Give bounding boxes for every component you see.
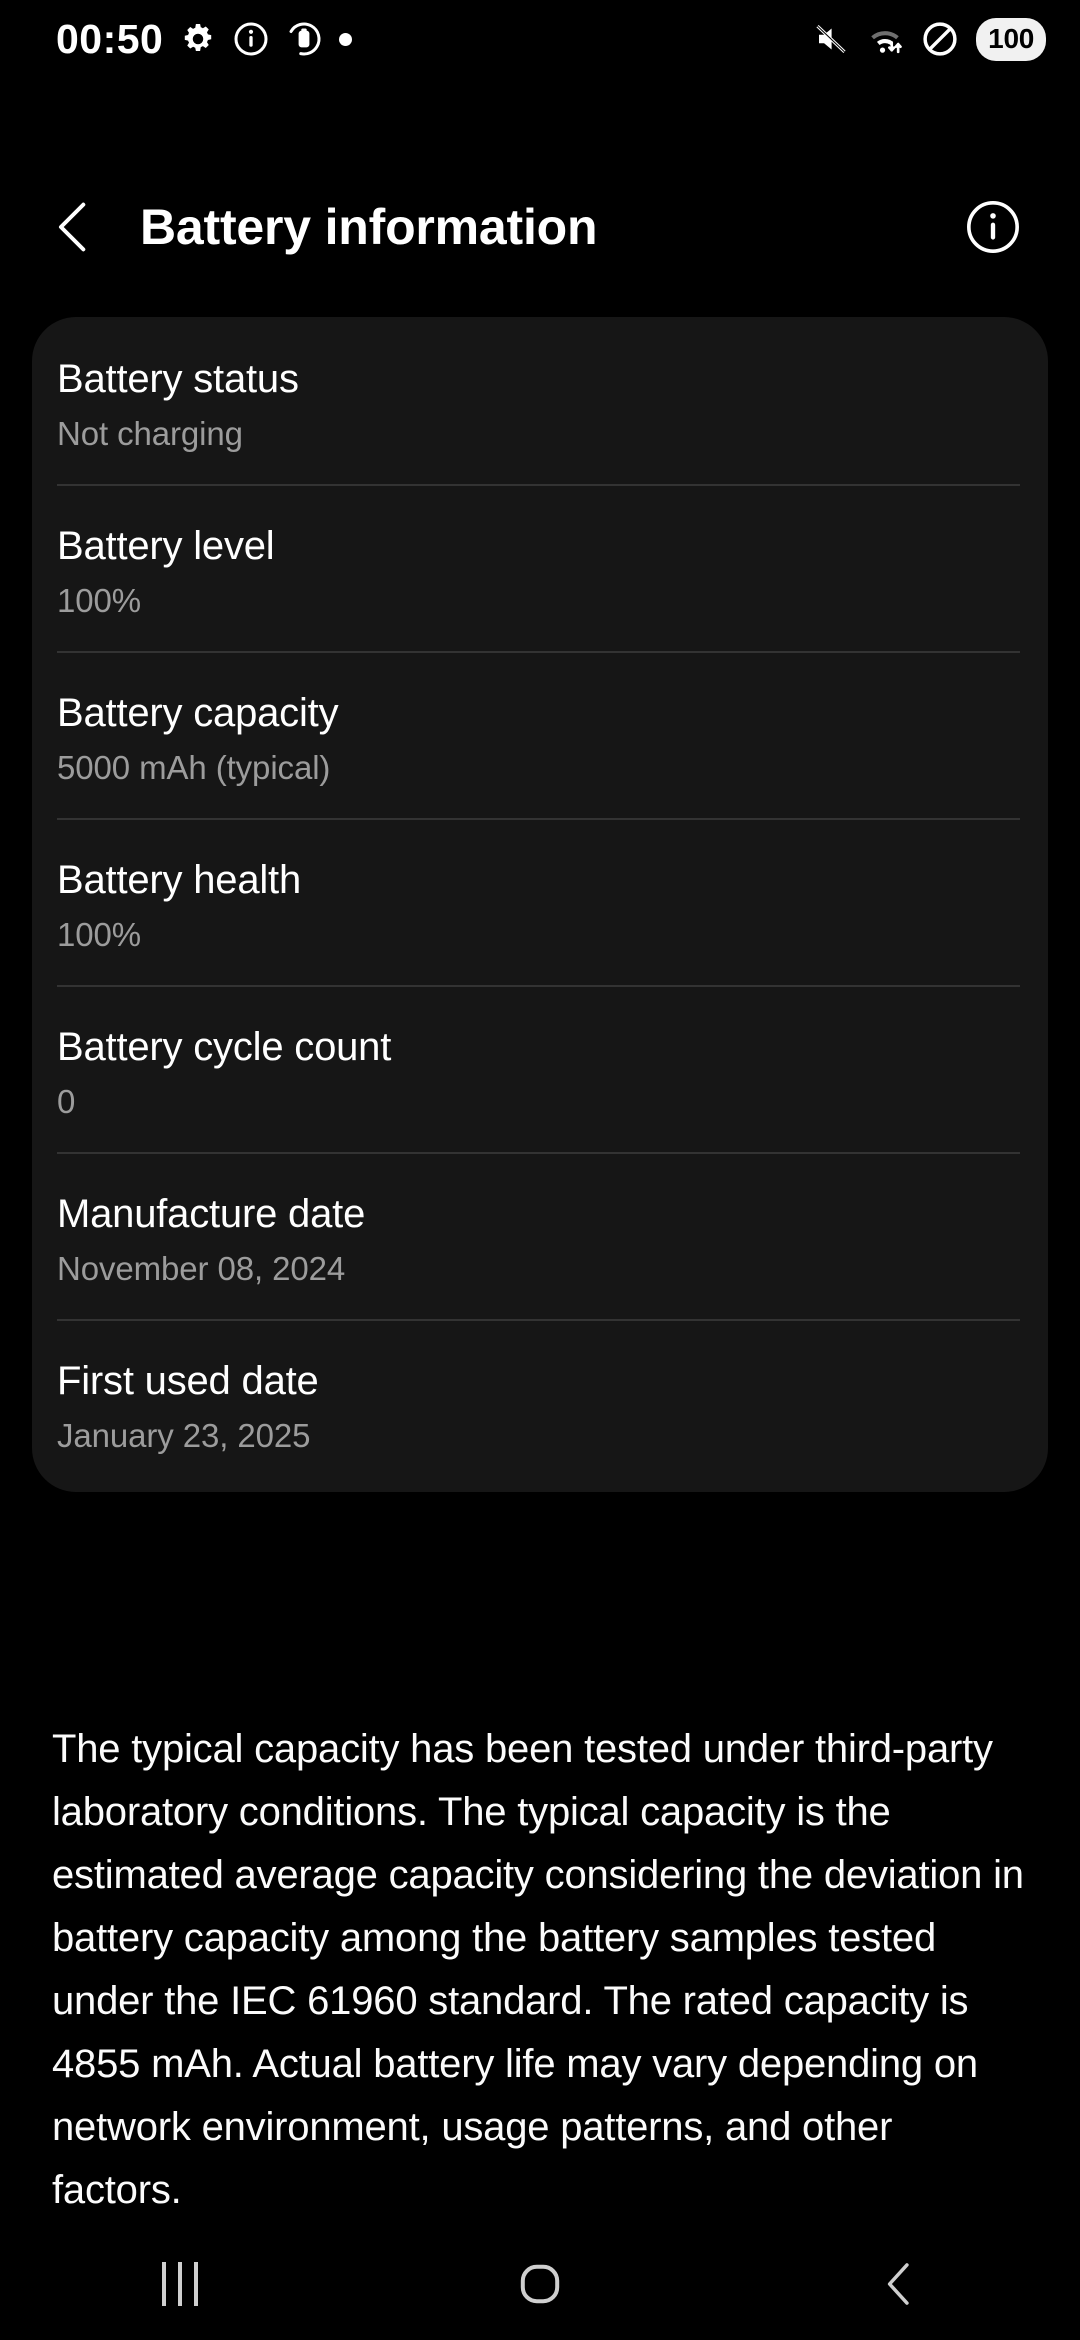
list-item-manufacture-date[interactable]: Manufacture date November 08, 2024	[32, 1152, 1048, 1319]
list-item-value: 100%	[57, 915, 142, 953]
list-item-value: 5000 mAh (typical)	[57, 748, 331, 786]
list-item-title: Battery capacity	[57, 691, 339, 736]
chevron-left-icon	[58, 202, 86, 252]
home-button[interactable]	[360, 2228, 720, 2340]
list-item-title: First used date	[57, 1359, 319, 1404]
phone-screen: 00:50 100 Battery information Battery st…	[0, 0, 1080, 2340]
list-item-value: Not charging	[57, 414, 243, 452]
list-item-title: Battery cycle count	[57, 1025, 392, 1070]
list-item-value: 100%	[57, 581, 142, 619]
info-button[interactable]	[958, 192, 1028, 262]
status-bar-clock: 00:50	[56, 15, 164, 62]
back-button-nav[interactable]	[720, 2228, 1080, 2340]
back-button[interactable]	[28, 181, 120, 273]
list-item-first-used-date[interactable]: First used date January 23, 2025	[32, 1319, 1048, 1486]
battery-info-card: Battery status Not charging Battery leve…	[32, 317, 1048, 1493]
list-item-battery-health[interactable]: Battery health 100%	[32, 818, 1048, 985]
info-circle-icon	[234, 22, 268, 56]
capacity-disclaimer-text: The typical capacity has been tested und…	[52, 1727, 1024, 2212]
home-icon	[520, 2264, 560, 2304]
list-item-value: November 08, 2024	[57, 1250, 346, 1288]
back-icon	[887, 2263, 909, 2305]
info-circle-icon	[967, 201, 1019, 253]
status-bar: 00:50 100	[0, 0, 1080, 78]
list-item-battery-status[interactable]: Battery status Not charging	[32, 317, 1048, 484]
list-item-title: Battery level	[57, 524, 275, 569]
list-item-title: Battery health	[57, 858, 302, 903]
app-bar: Battery information	[0, 180, 1080, 274]
status-bar-left: 00:50	[56, 15, 353, 62]
status-bar-right: 100	[813, 17, 1046, 61]
list-item-title: Battery status	[57, 357, 299, 401]
dot-icon	[339, 32, 353, 46]
wifi-transfer-icon	[871, 31, 902, 54]
mute-icon	[816, 24, 846, 54]
list-item-value: January 23, 2025	[57, 1417, 311, 1455]
list-item-value: 0	[57, 1082, 76, 1120]
gear-icon	[185, 24, 212, 51]
do-not-disturb-icon	[923, 22, 957, 56]
battery-saver-icon	[287, 22, 321, 56]
list-item-title: Manufacture date	[57, 1192, 366, 1237]
navigation-bar	[0, 2228, 1080, 2340]
recents-button[interactable]	[0, 2228, 360, 2340]
page-title: Battery information	[140, 199, 598, 255]
recents-icon	[162, 2262, 198, 2306]
list-item-battery-cycle-count[interactable]: Battery cycle count 0	[32, 985, 1048, 1152]
list-item-battery-level[interactable]: Battery level 100%	[32, 484, 1048, 651]
list-item-battery-capacity[interactable]: Battery capacity 5000 mAh (typical)	[32, 651, 1048, 818]
battery-percent-badge: 100	[976, 17, 1046, 61]
